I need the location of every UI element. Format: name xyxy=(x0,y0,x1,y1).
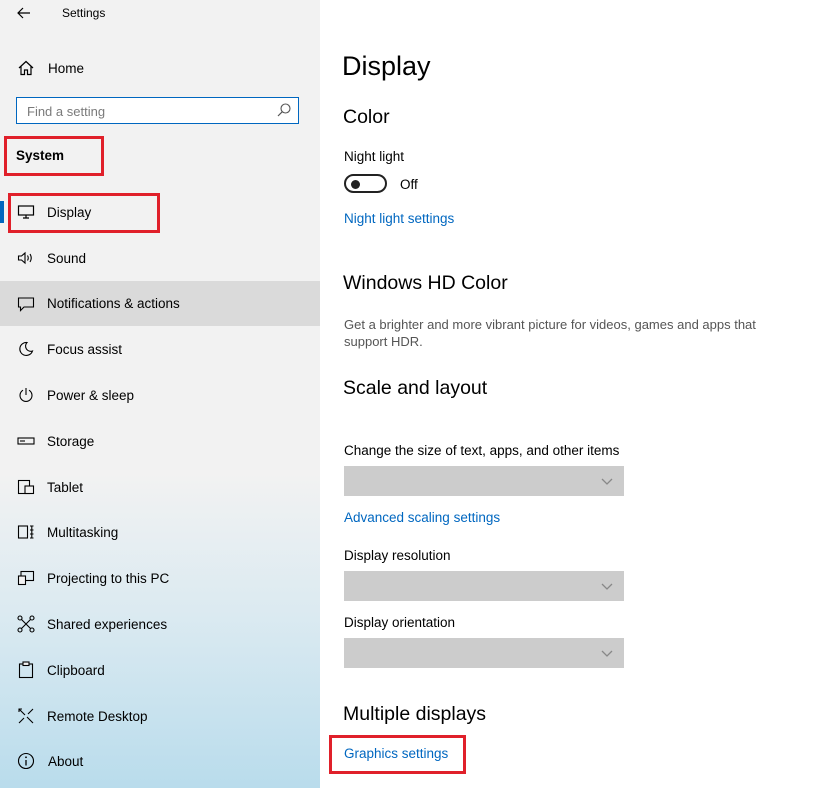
page-title: Display xyxy=(342,51,431,81)
sidebar-item-label: Power & sleep xyxy=(47,387,135,403)
orientation-dropdown[interactable] xyxy=(344,638,624,668)
info-icon xyxy=(16,751,36,771)
sidebar: Settings Home System Display Sound xyxy=(0,0,320,788)
sidebar-item-about[interactable]: About xyxy=(0,739,320,783)
tablet-icon xyxy=(16,477,36,497)
sidebar-item-sound[interactable]: Sound xyxy=(0,236,320,280)
sidebar-item-display[interactable]: Display xyxy=(0,190,320,234)
clipboard-icon xyxy=(16,660,36,680)
night-light-state: Off xyxy=(400,177,418,192)
heading-multiple-displays: Multiple displays xyxy=(343,703,487,725)
sidebar-item-notifications[interactable]: Notifications & actions xyxy=(0,281,320,326)
orientation-label: Display orientation xyxy=(344,615,456,630)
chevron-down-icon xyxy=(601,650,613,657)
sidebar-item-clipboard[interactable]: Clipboard xyxy=(0,648,320,692)
sidebar-item-label: Projecting to this PC xyxy=(47,570,170,586)
sidebar-item-storage[interactable]: Storage xyxy=(0,419,320,463)
sidebar-item-shared-experiences[interactable]: Shared experiences xyxy=(0,602,320,646)
sidebar-item-label: Remote Desktop xyxy=(47,708,148,724)
speaker-icon xyxy=(16,248,36,268)
app-title: Settings xyxy=(62,6,106,20)
sidebar-item-label: Focus assist xyxy=(47,341,123,357)
heading-hd-color: Windows HD Color xyxy=(343,272,508,294)
search-icon xyxy=(277,103,291,117)
hd-color-description: Get a brighter and more vibrant picture … xyxy=(344,317,756,349)
sidebar-item-label: Storage xyxy=(47,433,95,449)
storage-icon xyxy=(16,431,36,451)
sidebar-item-label: About xyxy=(48,753,84,769)
multitasking-icon xyxy=(16,522,36,542)
selection-indicator xyxy=(0,201,4,223)
night-light-toggle[interactable] xyxy=(344,174,387,193)
heading-scale-layout: Scale and layout xyxy=(343,377,488,399)
search-box[interactable] xyxy=(16,97,299,124)
notification-icon xyxy=(16,294,36,314)
heading-color: Color xyxy=(343,106,390,128)
sidebar-item-label: Sound xyxy=(47,250,87,266)
remote-desktop-icon xyxy=(16,706,36,726)
sidebar-item-remote-desktop[interactable]: Remote Desktop xyxy=(0,694,320,738)
back-arrow-icon xyxy=(17,7,30,19)
moon-icon xyxy=(16,339,36,359)
sidebar-item-label: Clipboard xyxy=(47,662,105,678)
size-label: Change the size of text, apps, and other… xyxy=(344,443,620,458)
sidebar-item-multitasking[interactable]: Multitasking xyxy=(0,510,320,554)
sidebar-item-label: Notifications & actions xyxy=(47,296,180,311)
monitor-icon xyxy=(16,202,36,222)
toggle-knob xyxy=(351,179,360,189)
projector-icon xyxy=(16,568,36,588)
section-label-system: System xyxy=(16,148,65,163)
sidebar-item-power-sleep[interactable]: Power & sleep xyxy=(0,373,320,417)
search-input[interactable] xyxy=(25,101,274,121)
share-icon xyxy=(16,614,36,634)
chevron-down-icon xyxy=(601,583,613,590)
sidebar-item-label: Multitasking xyxy=(47,524,119,540)
scale-dropdown[interactable] xyxy=(344,466,624,496)
night-light-settings-link[interactable]: Night light settings xyxy=(344,211,454,226)
home-icon xyxy=(16,58,36,78)
sidebar-item-tablet[interactable]: Tablet xyxy=(0,465,320,509)
title-bar: Settings xyxy=(0,0,320,28)
sidebar-item-projecting[interactable]: Projecting to this PC xyxy=(0,556,320,600)
sidebar-item-label: Tablet xyxy=(47,479,84,495)
night-light-label: Night light xyxy=(344,149,405,164)
resolution-dropdown[interactable] xyxy=(344,571,624,601)
chevron-down-icon xyxy=(601,478,613,485)
home-link[interactable]: Home xyxy=(0,46,320,90)
power-icon xyxy=(16,385,36,405)
sidebar-item-focus-assist[interactable]: Focus assist xyxy=(0,327,320,371)
advanced-scaling-link[interactable]: Advanced scaling settings xyxy=(344,510,500,525)
back-button[interactable] xyxy=(12,2,36,24)
sidebar-item-label: Shared experiences xyxy=(47,616,168,632)
main-content: Display Color Night light Off Night ligh… xyxy=(320,0,813,788)
home-label: Home xyxy=(48,60,85,76)
sidebar-item-label: Display xyxy=(47,204,92,220)
resolution-label: Display resolution xyxy=(344,548,451,563)
graphics-settings-link[interactable]: Graphics settings xyxy=(344,746,448,761)
